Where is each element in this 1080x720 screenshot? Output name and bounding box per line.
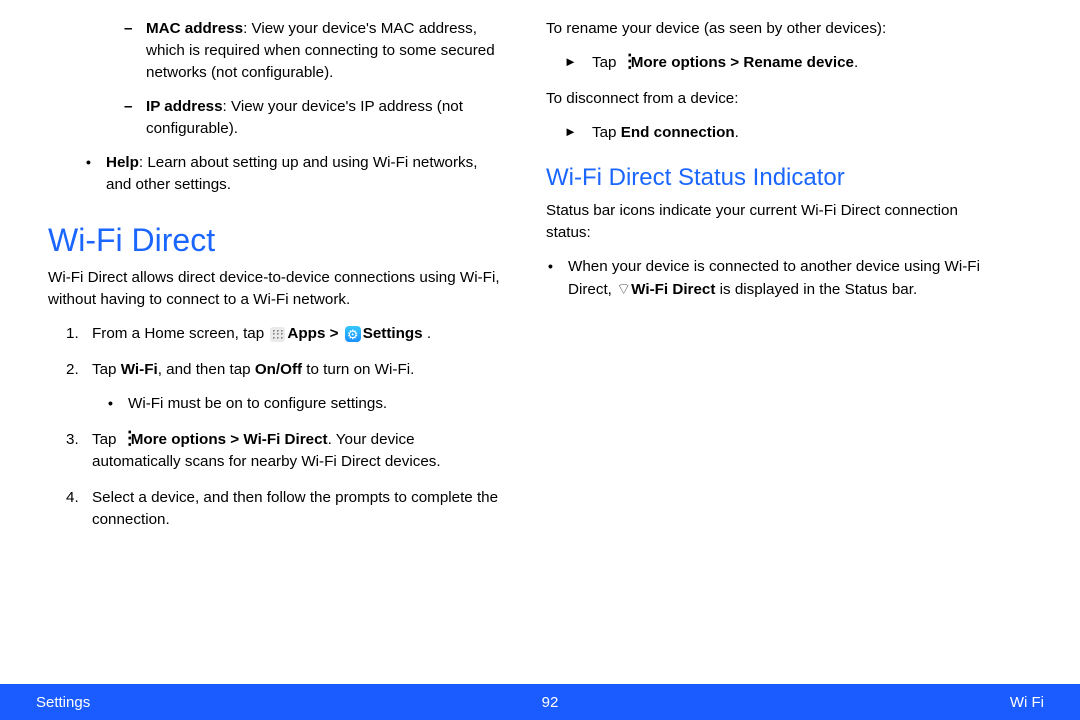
rename-a: Tap [592, 54, 621, 71]
step2-a: Tap [92, 361, 121, 378]
more-options-icon-2: ⋮ [621, 56, 631, 66]
left-column: MAC address: View your device's MAC addr… [48, 18, 534, 674]
rename-step: Tap ⋮More options > Rename device. [564, 52, 1004, 74]
more-options-icon: ⋮ [121, 433, 131, 443]
help-bullet: Help: Learn about setting up and using W… [86, 152, 506, 196]
footer-left: Settings [36, 694, 90, 711]
ip-address-item: IP address: View your device's IP addres… [124, 96, 506, 140]
settings-icon [345, 326, 361, 342]
rename-intro: To rename your device (as seen by other … [546, 18, 1004, 40]
help-label: Help [106, 154, 139, 171]
ip-address-label: IP address [146, 98, 223, 115]
page-footer: Settings 92 Wi Fi [0, 684, 1080, 720]
footer-page-number: 92 [542, 694, 559, 711]
step-4: Select a device, and then follow the pro… [66, 487, 506, 531]
step1-gt: > [325, 325, 342, 342]
apps-icon [270, 327, 285, 342]
sub-sub-list: MAC address: View your device's MAC addr… [124, 18, 506, 140]
step-1: From a Home screen, tap Apps > Settings … [66, 323, 506, 345]
step1-end: . [423, 325, 431, 342]
rename-more: More options > Rename device [631, 54, 854, 71]
disconnect-end: . [735, 124, 739, 141]
step2-b: , and then tap [158, 361, 255, 378]
disconnect-b: End connection [621, 124, 735, 141]
status-b: Wi-Fi Direct [631, 281, 715, 298]
rename-step-item: Tap ⋮More options > Rename device. [564, 52, 1004, 74]
wifi-direct-heading: Wi-Fi Direct [48, 222, 506, 259]
disconnect-step-item: Tap End connection. [564, 122, 1004, 144]
step-3: Tap ⋮More options > Wi-Fi Direct. Your d… [66, 429, 506, 473]
step-2: Tap Wi-Fi, and then tap On/Off to turn o… [66, 359, 506, 415]
step1-apps-label: Apps [287, 325, 325, 342]
step2-sub-item: Wi-Fi must be on to configure settings. [108, 393, 506, 415]
manual-page: MAC address: View your device's MAC addr… [0, 0, 1080, 720]
step2-wifi: Wi-Fi [121, 361, 158, 378]
step3-a: Tap [92, 431, 121, 448]
step1-settings-label: Settings [363, 325, 423, 342]
rename-end: . [854, 54, 858, 71]
wifi-direct-steps: From a Home screen, tap Apps > Settings … [66, 323, 506, 531]
mac-address-item: MAC address: View your device's MAC addr… [124, 18, 506, 84]
help-text: : Learn about setting up and using Wi-Fi… [106, 154, 477, 193]
status-c: is displayed in the Status bar. [715, 281, 917, 298]
step2-c: to turn on Wi-Fi. [302, 361, 414, 378]
wifi-direct-icon: ⌔ [616, 281, 631, 298]
wifi-direct-intro: Wi-Fi Direct allows direct device-to-dev… [48, 267, 506, 311]
status-indicator-heading: Wi-Fi Direct Status Indicator [546, 164, 1004, 192]
disconnect-intro: To disconnect from a device: [546, 88, 1004, 110]
step2-onoff: On/Off [255, 361, 302, 378]
mac-address-label: MAC address [146, 20, 243, 37]
status-bullet-item: When your device is connected to another… [548, 256, 1004, 301]
step1-text-a: From a Home screen, tap [92, 325, 268, 342]
help-item: Help: Learn about setting up and using W… [86, 152, 506, 196]
disconnect-step: Tap End connection. [564, 122, 1004, 144]
status-bullet: When your device is connected to another… [548, 256, 1004, 301]
right-column: To rename your device (as seen by other … [534, 18, 1044, 674]
status-intro: Status bar icons indicate your current W… [546, 200, 1004, 244]
disconnect-a: Tap [592, 124, 621, 141]
page-content: MAC address: View your device's MAC addr… [0, 0, 1080, 684]
step2-sub: Wi-Fi must be on to configure settings. [108, 393, 506, 415]
footer-right: Wi Fi [1010, 694, 1044, 711]
step3-more: More options > Wi-Fi Direct [131, 431, 328, 448]
